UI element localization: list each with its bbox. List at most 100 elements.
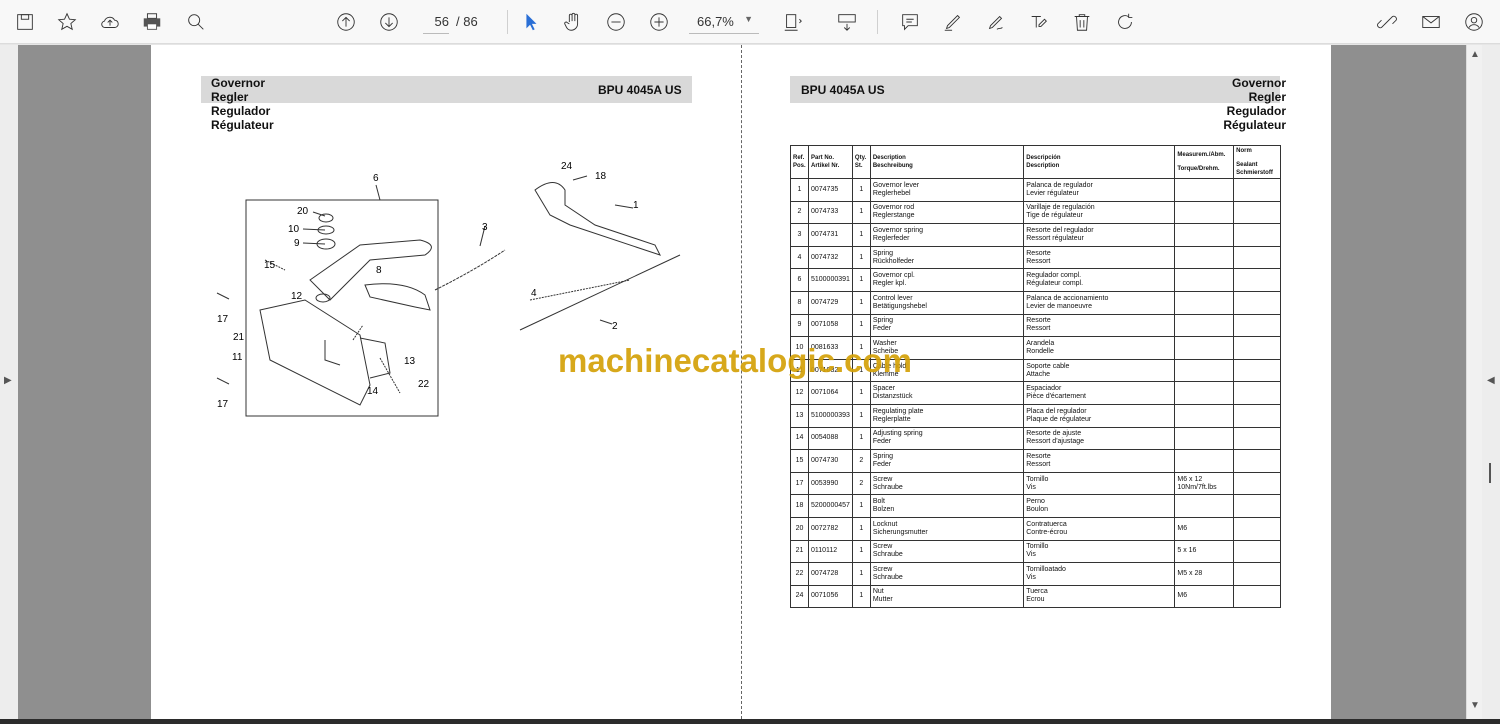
- table-row: 21 0110112 1 Screw Schraube Tornillo Vis 5 x 16: [790, 539, 1281, 564]
- zoom-out-icon[interactable]: [603, 9, 629, 35]
- find-zoom-icon[interactable]: [183, 9, 209, 35]
- row-desc-en: Regulating plate: [872, 407, 924, 415]
- row-pos: 9: [797, 321, 802, 329]
- watermark-text: machinecatalogic.com: [558, 342, 912, 379]
- right-model: BPU 4045A US: [801, 83, 885, 97]
- row-qty: 1: [859, 524, 864, 532]
- row-pos: 22: [795, 569, 804, 577]
- select-cursor-icon[interactable]: [518, 9, 544, 35]
- right-gutter: ◀: [1482, 45, 1500, 719]
- page-fit-icon[interactable]: [780, 9, 806, 35]
- callout-17b: 17: [217, 399, 229, 410]
- row-measure: M6 x 12: [1177, 475, 1203, 483]
- row-desc-de: Feder: [872, 438, 892, 446]
- col-qty: Qty. St.: [851, 145, 871, 179]
- resize-handle[interactable]: [1489, 463, 1491, 483]
- next-page-icon[interactable]: [376, 9, 402, 35]
- scroll-mode-icon[interactable]: [834, 9, 860, 35]
- page-number-input[interactable]: 56: [423, 10, 449, 34]
- table-row: 8 0074729 1 Control lever Betätigungshebel Pa…: [790, 290, 1281, 315]
- row-pos: 6: [797, 276, 802, 284]
- bookmark-star-icon[interactable]: [54, 9, 80, 35]
- row-desc-fr: Vis: [1026, 573, 1036, 581]
- row-desc-es: Palanca de regulador: [1026, 181, 1093, 189]
- collapse-right-arrow-icon[interactable]: ◀: [1487, 375, 1495, 386]
- collapse-left-arrow-icon[interactable]: ▶: [4, 375, 12, 386]
- callout-2: 2: [612, 321, 618, 332]
- table-row: 2 0074733 1 Governor rod Reglerstange Varilla…: [790, 200, 1281, 225]
- row-desc-fr: Contre-écrou: [1026, 528, 1068, 536]
- col-desc2: Descripción Description: [1023, 145, 1176, 179]
- row-desc-fr: Attache: [1026, 370, 1050, 378]
- callout-6: 6: [373, 173, 379, 184]
- right-titles: Governor Regler Regulador Régulateur: [1101, 76, 1286, 132]
- title-de: Regler: [1248, 90, 1286, 104]
- table-row: 20 0072782 1 Locknut Sicherungsmutter Contrat…: [790, 516, 1281, 541]
- row-desc-en: Governor spring: [872, 226, 924, 234]
- callout-22: 22: [418, 379, 430, 390]
- row-pos: 21: [795, 547, 804, 555]
- row-desc-es: Resorte: [1026, 317, 1051, 325]
- table-row: 4 0074732 1 Spring Rückholfeder Resorte Ressor…: [790, 245, 1281, 270]
- row-measure: 5 x 16: [1177, 547, 1197, 555]
- row-desc-de: Betätigungshebel: [872, 302, 927, 310]
- left-gutter: ▶: [0, 45, 18, 719]
- row-desc-en: Governor lever: [872, 181, 920, 189]
- text-edit-icon[interactable]: [1026, 9, 1052, 35]
- row-part-number: 0072782: [810, 524, 839, 532]
- row-qty: 2: [859, 456, 864, 464]
- row-desc-es: Contratuerca: [1026, 520, 1067, 528]
- table-row: 22 0074728 1 Screw Schraube Tornilloatado Vis M…: [790, 562, 1281, 586]
- vertical-scrollbar[interactable]: ▲ ▼: [1466, 45, 1482, 719]
- row-desc-es: Tornillo: [1026, 543, 1049, 551]
- row-part-number: 0053990: [810, 479, 839, 487]
- comment-icon[interactable]: [897, 9, 923, 35]
- table-row: 6 5100000391 1 Governor cpl. Regler kpl. Regu…: [790, 268, 1281, 292]
- share-link-icon[interactable]: [1374, 9, 1400, 35]
- hand-tool-icon[interactable]: [560, 9, 586, 35]
- highlight-pen-icon[interactable]: [940, 9, 966, 35]
- row-part-number: 0074733: [810, 208, 839, 216]
- row-desc-en: Control lever: [872, 294, 913, 302]
- row-desc-de: Rückholfeder: [872, 257, 915, 265]
- row-pos: 14: [795, 434, 804, 442]
- row-qty: 1: [859, 253, 864, 261]
- row-desc-fr: Ressort: [1026, 460, 1051, 468]
- row-desc-en: Locknut: [872, 520, 898, 528]
- row-pos: 18: [795, 502, 804, 510]
- row-part-number: 0071058: [810, 321, 839, 329]
- row-desc-de: Reglerstange: [872, 212, 915, 220]
- row-desc-fr: Ressort: [1026, 257, 1051, 265]
- col-measure: Measurem./Abm. Torque/Drehm.: [1174, 145, 1235, 179]
- scroll-down-arrow-icon[interactable]: ▼: [1470, 700, 1480, 711]
- save-icon[interactable]: [12, 9, 38, 35]
- table-row: 24 0071056 1 Nut Mutter Tuerca Ecrou M6: [790, 584, 1281, 609]
- zoom-select[interactable]: 66,7% ▼: [689, 10, 759, 34]
- row-part-number: 0054088: [810, 434, 839, 442]
- row-qty: 1: [859, 185, 864, 193]
- row-measure: M6: [1177, 524, 1188, 532]
- delete-trash-icon[interactable]: [1069, 9, 1095, 35]
- scroll-up-arrow-icon[interactable]: ▲: [1470, 49, 1480, 60]
- pdf-toolbar: 56 / 86 66,7% ▼: [0, 0, 1500, 44]
- row-qty: 1: [859, 230, 864, 238]
- previous-page-icon[interactable]: [333, 9, 359, 35]
- row-desc-fr: Tige de régulateur: [1026, 212, 1083, 220]
- print-icon[interactable]: [139, 9, 165, 35]
- callout-18: 18: [595, 171, 607, 182]
- row-part-number: 0074729: [810, 298, 839, 306]
- row-pos: 4: [797, 253, 802, 261]
- row-desc-fr: Plaque de régulateur: [1026, 415, 1092, 423]
- upload-cloud-icon[interactable]: [97, 9, 123, 35]
- row-part-number: 0074731: [810, 230, 839, 238]
- row-desc-en: Spring: [872, 452, 894, 460]
- title-de: Regler: [211, 90, 249, 104]
- title-es: Regulador: [1226, 104, 1286, 118]
- rotate-icon[interactable]: [1112, 9, 1138, 35]
- row-part-number: 5200000457: [810, 502, 850, 510]
- callout-8: 8: [376, 265, 382, 276]
- draw-icon[interactable]: [983, 9, 1009, 35]
- zoom-in-icon[interactable]: [646, 9, 672, 35]
- email-icon[interactable]: [1418, 9, 1444, 35]
- account-icon[interactable]: [1461, 9, 1487, 35]
